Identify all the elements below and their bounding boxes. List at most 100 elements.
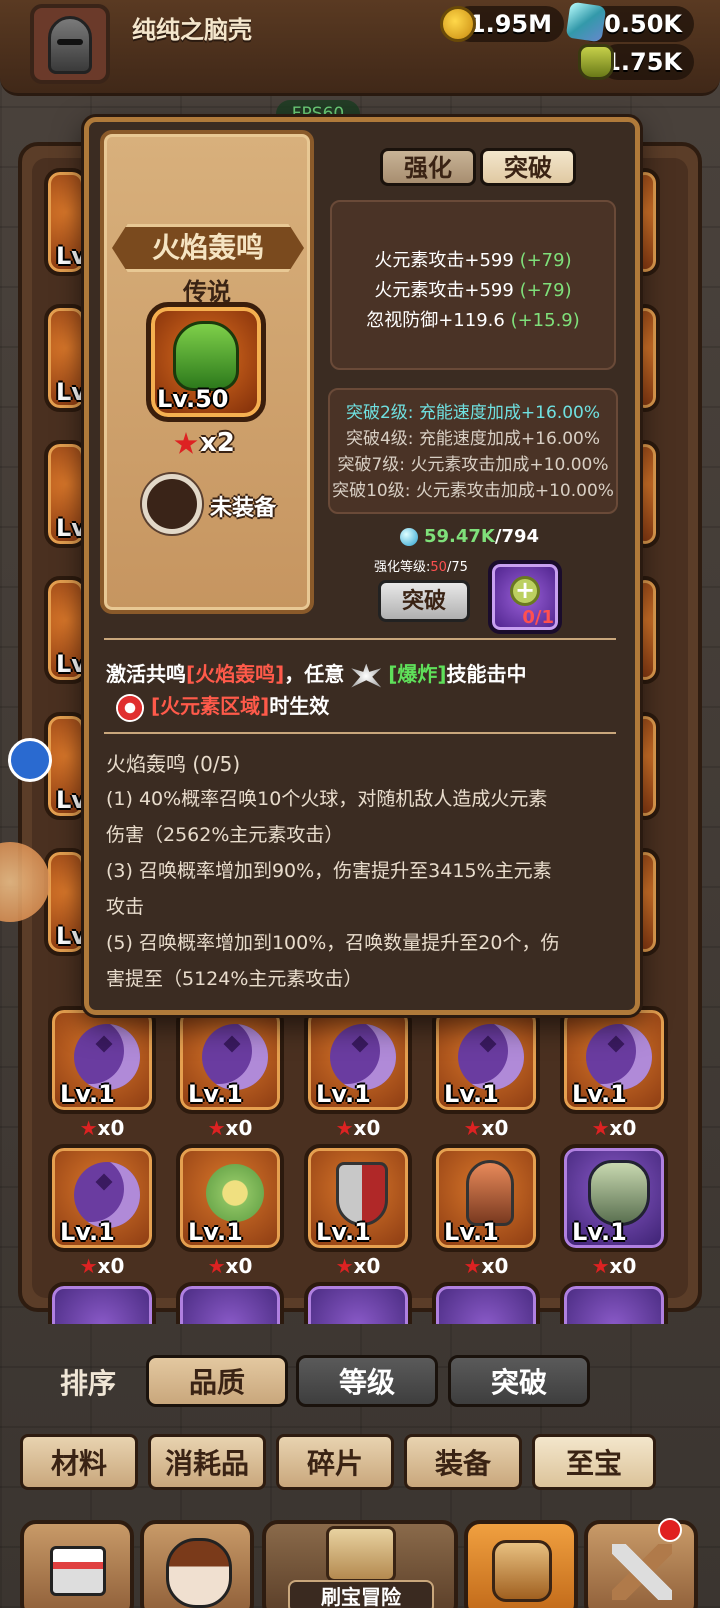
inventory-tile[interactable]: Lv.1 xyxy=(432,1006,540,1114)
item-icon: Lv.50 xyxy=(146,302,266,422)
slot-count: 0/1 xyxy=(522,607,554,628)
helmet-icon xyxy=(48,16,92,74)
hammer-icon xyxy=(612,1544,672,1600)
floating-assistant-button[interactable] xyxy=(8,738,52,782)
tab-materials[interactable]: 材料 xyxy=(20,1434,138,1490)
inventory-tile[interactable]: Lv xyxy=(44,576,88,684)
tab-breakthrough[interactable]: 突破 xyxy=(480,148,576,186)
set-desc-line: 害提至（5124%主元素攻击） xyxy=(106,968,363,990)
breakthrough-line: 突破7级: 火元素攻击加成+10.00% xyxy=(337,455,609,475)
set-desc-line: 伤害（2562%主元素攻击） xyxy=(106,824,344,846)
set-desc-line: 攻击 xyxy=(106,896,145,918)
item-stars: x2 xyxy=(200,428,235,458)
stat-line: 火元素攻击+599 (+79) xyxy=(374,250,572,271)
tile-count: ★x0 xyxy=(335,1116,381,1140)
material-slot[interactable]: + 0/1 xyxy=(488,560,562,634)
tab-treasures[interactable]: 至宝 xyxy=(532,1434,656,1490)
gold-value: 1.95M xyxy=(468,10,552,38)
flower-icon xyxy=(206,1164,264,1222)
top-bar: 纯纯之脑壳 1.95M 70.50K 1.75K xyxy=(0,0,720,96)
inventory-tile[interactable]: Lv xyxy=(44,440,88,548)
tab-equipment[interactable]: 装备 xyxy=(404,1434,522,1490)
set-desc-line: (5) 召唤概率增加到100%，召唤数量提升至20个，伤 xyxy=(106,932,560,954)
green-mask-icon xyxy=(173,321,239,391)
tile-count: ★x0 xyxy=(463,1116,509,1140)
breakthrough-line: 突破4级: 充能速度加成+16.00% xyxy=(345,429,601,449)
breakthrough-line: 突破2级: 充能速度加成+16.00% xyxy=(345,403,601,423)
equip-slot-ring[interactable] xyxy=(142,474,202,534)
stat-line: 忽视防御+119.6 (+15.9) xyxy=(366,310,580,331)
potion-counter[interactable]: 1.75K xyxy=(600,44,694,80)
inventory-tile[interactable]: Lv.1 xyxy=(304,1144,412,1252)
inventory-tile[interactable] xyxy=(176,1282,284,1324)
grid-row-partial xyxy=(32,1282,688,1324)
breakthrough-line: 突破10级: 火元素攻击加成+10.00% xyxy=(332,481,614,501)
tab-fragments[interactable]: 碎片 xyxy=(276,1434,394,1490)
material-count: 59.47K/794 xyxy=(424,526,540,547)
divider xyxy=(104,638,616,640)
tile-count: ★x0 xyxy=(463,1254,509,1278)
notification-dot-icon xyxy=(658,1518,682,1542)
nav-hero[interactable] xyxy=(140,1520,254,1608)
gold-coin-icon xyxy=(440,6,476,42)
dragon-mask-icon xyxy=(588,1160,650,1226)
inventory-tile[interactable]: Lv.1 xyxy=(48,1144,156,1252)
inventory-tile[interactable]: Lv.1 xyxy=(48,1006,156,1114)
inventory-tile[interactable]: Lv xyxy=(44,304,88,412)
hero-icon xyxy=(166,1538,232,1608)
tab-consumables[interactable]: 消耗品 xyxy=(148,1434,266,1490)
inventory-tile[interactable] xyxy=(304,1282,412,1324)
sort-breakthrough-button[interactable]: 突破 xyxy=(448,1355,590,1407)
sort-level-button[interactable]: 等级 xyxy=(296,1355,438,1407)
nav-bag[interactable] xyxy=(464,1520,578,1608)
tile-count: ★x0 xyxy=(207,1254,253,1278)
inventory-tile[interactable] xyxy=(560,1282,668,1324)
gem-icon xyxy=(565,1,607,43)
shield-icon xyxy=(336,1162,388,1226)
item-level: Lv.50 xyxy=(157,385,229,413)
potion-value: 1.75K xyxy=(604,48,682,76)
inventory-tile[interactable]: Lv.1 xyxy=(176,1006,284,1114)
potion-icon xyxy=(578,44,614,80)
map-scroll-icon xyxy=(326,1526,396,1582)
inventory-tile[interactable]: Lv xyxy=(44,848,88,956)
sort-quality-button[interactable]: 品质 xyxy=(146,1355,288,1407)
inventory-tile[interactable]: Lv xyxy=(44,168,88,276)
nav-adventure[interactable]: 刷宝冒险 xyxy=(262,1520,458,1608)
sort-label: 排序 xyxy=(60,1367,117,1400)
explosion-icon xyxy=(351,663,382,688)
plus-icon: + xyxy=(510,576,540,606)
tile-count: ★x0 xyxy=(207,1116,253,1140)
nav-shop[interactable] xyxy=(20,1520,134,1608)
inventory-tile[interactable] xyxy=(48,1282,156,1324)
backpack-icon xyxy=(492,1540,552,1602)
item-name: 火焰轰鸣 xyxy=(151,231,264,264)
item-name-ribbon: 火焰轰鸣 xyxy=(112,224,304,272)
equip-status: 未装备 xyxy=(210,496,277,521)
tile-count: ★x0 xyxy=(79,1254,125,1278)
crystal-icon xyxy=(400,528,418,546)
staff-icon xyxy=(466,1160,514,1226)
inventory-tile[interactable]: Lv.1 xyxy=(560,1006,668,1114)
tab-enhance[interactable]: 强化 xyxy=(380,148,476,186)
enhance-level: 强化等级:50/75 xyxy=(374,560,468,575)
tile-count: ★x0 xyxy=(591,1254,637,1278)
set-title: 火焰轰鸣 (0/5) xyxy=(106,752,241,776)
breakthrough-button[interactable]: 突破 xyxy=(378,580,470,622)
inventory-tile[interactable]: Lv.1 xyxy=(176,1144,284,1252)
inventory-tile[interactable]: Lv.1 xyxy=(560,1144,668,1252)
tile-count: ★x0 xyxy=(591,1116,637,1140)
player-avatar[interactable] xyxy=(30,4,110,84)
resonance-effect-line-2: [火元素区域]时生效 xyxy=(116,690,329,722)
inventory-tile[interactable] xyxy=(432,1282,540,1324)
tile-count: ★x0 xyxy=(79,1116,125,1140)
inventory-tile[interactable]: Lv.1 xyxy=(304,1006,412,1114)
resonance-effect-line-1: 激活共鸣[火焰轰鸣]，任意 [爆炸]技能击中 xyxy=(106,662,527,688)
nav-forge[interactable] xyxy=(584,1518,698,1608)
inventory-tile[interactable]: Lv.1 xyxy=(432,1144,540,1252)
fire-zone-icon xyxy=(116,693,144,722)
adventure-label: 刷宝冒险 xyxy=(288,1580,434,1608)
divider xyxy=(104,732,616,734)
set-desc-line: (1) 40%概率召唤10个火球，对随机敌人造成火元素 xyxy=(106,788,548,810)
set-desc-line: (3) 召唤概率增加到90%，伤害提升至3415%主元素 xyxy=(106,860,552,882)
